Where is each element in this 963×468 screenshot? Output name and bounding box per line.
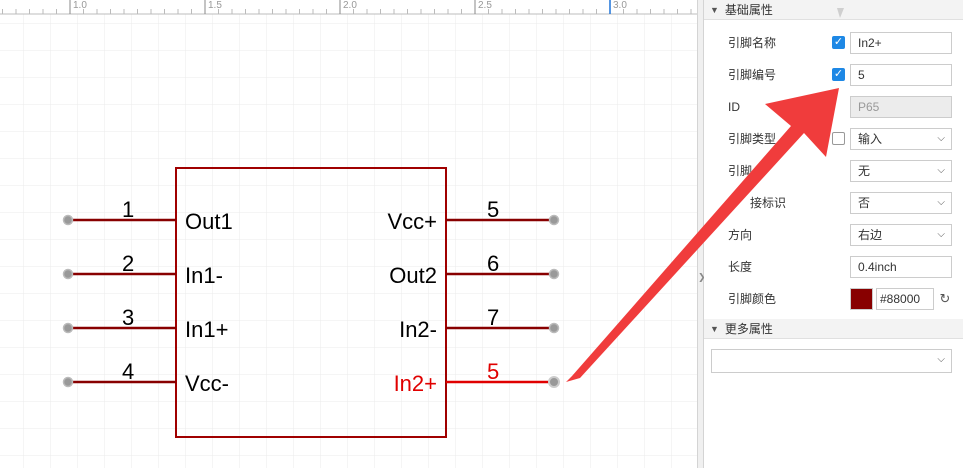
- chevron-down-icon: ⌵: [937, 165, 945, 176]
- pin-number: 6: [487, 251, 499, 276]
- color-swatch[interactable]: [850, 288, 873, 310]
- chevron-down-icon: ⌵: [937, 354, 945, 365]
- panel-splitter[interactable]: ❯: [697, 0, 706, 468]
- caret-down-icon: ▼: [710, 323, 719, 334]
- caret-down-icon: ▼: [710, 4, 719, 15]
- pin-name-checkbox[interactable]: ✓: [832, 36, 845, 49]
- pin-endpoint[interactable]: [62, 214, 74, 226]
- pin-number-input[interactable]: 5: [850, 64, 952, 86]
- schematic-canvas[interactable]: 1.0 1.5 2.0 2.5 3.0 1 Out1 2 In1- 3 In1+ 4: [0, 0, 697, 468]
- pin-type-row: 引脚类型 输入 ⌵: [704, 123, 963, 155]
- field-label: 长度: [728, 260, 753, 274]
- more-properties-select[interactable]: ⌵: [711, 349, 952, 373]
- pin-type-checkbox[interactable]: [832, 132, 845, 145]
- select-value: 右边: [858, 228, 883, 242]
- field-label: ID: [728, 100, 740, 114]
- pin-number: 4: [122, 359, 134, 384]
- field-label: 引脚编号: [728, 68, 777, 82]
- section-title: 基础属性: [724, 3, 773, 17]
- id-input: P65: [850, 96, 952, 118]
- pin-endpoint[interactable]: [548, 376, 560, 388]
- select-value: 否: [858, 196, 871, 210]
- pin-name: Out2: [389, 263, 437, 288]
- pin-name: Vcc+: [387, 209, 437, 234]
- pin-endpoint[interactable]: [62, 268, 74, 280]
- pin-shape-row: 引脚 无 ⌵: [704, 155, 963, 187]
- pin-name: In2-: [399, 317, 437, 342]
- collapse-arrow-icon[interactable]: ❯: [698, 270, 706, 284]
- pin-endpoint[interactable]: [548, 214, 560, 226]
- select-value: 输入: [858, 132, 883, 146]
- pin-name-row: 引脚名称 ✓ In2+: [704, 27, 963, 59]
- section-title: 更多属性: [724, 322, 773, 336]
- pin-number: 7: [487, 305, 499, 330]
- pin-number-checkbox[interactable]: ✓: [832, 68, 845, 81]
- pin-name: Out1: [185, 209, 233, 234]
- chevron-down-icon: ⌵: [937, 133, 945, 144]
- schematic-drawing[interactable]: 1.0 1.5 2.0 2.5 3.0 1 Out1 2 In1- 3 In1+ 4: [0, 0, 697, 468]
- pin-name: Vcc-: [185, 371, 229, 396]
- length-input[interactable]: 0.4inch: [850, 256, 952, 278]
- pin-type-select[interactable]: 输入 ⌵: [850, 128, 952, 150]
- pin-number: 2: [122, 251, 134, 276]
- id-row: ID P65: [704, 91, 963, 123]
- pin-endpoint[interactable]: [548, 322, 560, 334]
- ruler-label: 2.0: [343, 0, 357, 11]
- color-hex-input[interactable]: #88000: [876, 288, 934, 310]
- pin-name: In1-: [185, 263, 223, 288]
- direction-select[interactable]: 右边 ⌵: [850, 224, 952, 246]
- pin-name-input[interactable]: In2+: [850, 32, 952, 54]
- reset-color-icon[interactable]: ↻: [938, 288, 952, 310]
- pin-number-row: 引脚编号 ✓ 5: [704, 59, 963, 91]
- ruler-label: 1.0: [73, 0, 87, 11]
- pin-number: 5: [487, 197, 499, 222]
- connection-mark-row: 接标识 否 ⌵: [704, 187, 963, 219]
- properties-panel: ▼ 基础属性 引脚名称 ✓ In2+ 引脚编号 ✓ 5 ID P65 引脚类型 …: [704, 0, 963, 468]
- pin-name: In2+: [394, 371, 437, 396]
- pin-number: 3: [122, 305, 134, 330]
- pin-endpoint[interactable]: [62, 376, 74, 388]
- field-label: 引脚类型: [728, 132, 777, 146]
- direction-row: 方向 右边 ⌵: [704, 219, 963, 251]
- field-label: 接标识: [750, 196, 787, 210]
- chevron-down-icon: ⌵: [937, 197, 945, 208]
- select-value: 无: [858, 164, 871, 178]
- pin-endpoint[interactable]: [62, 322, 74, 334]
- top-ruler: 1.0 1.5 2.0 2.5 3.0: [0, 0, 697, 15]
- length-row: 长度 0.4inch: [704, 251, 963, 283]
- chevron-down-icon: ⌵: [937, 229, 945, 240]
- more-properties-header[interactable]: ▼ 更多属性: [704, 319, 963, 339]
- canvas-grid: [0, 0, 697, 468]
- pin-number: 5: [487, 359, 499, 384]
- ruler-label: 3.0: [613, 0, 627, 11]
- ruler-label: 1.5: [208, 0, 222, 11]
- pin-color-row: 引脚颜色 #88000 ↻: [704, 283, 963, 315]
- connection-mark-select[interactable]: 否 ⌵: [850, 192, 952, 214]
- pin-shape-select[interactable]: 无 ⌵: [850, 160, 952, 182]
- field-label: 引脚名称: [728, 36, 777, 50]
- field-label: 引脚颜色: [728, 292, 777, 306]
- field-label: 引脚: [728, 164, 753, 178]
- ruler-label: 2.5: [478, 0, 492, 11]
- pin-endpoint[interactable]: [548, 268, 560, 280]
- pin-name: In1+: [185, 317, 228, 342]
- field-label: 方向: [728, 228, 753, 242]
- basic-properties-header[interactable]: ▼ 基础属性: [704, 0, 963, 20]
- pin-number: 1: [122, 197, 134, 222]
